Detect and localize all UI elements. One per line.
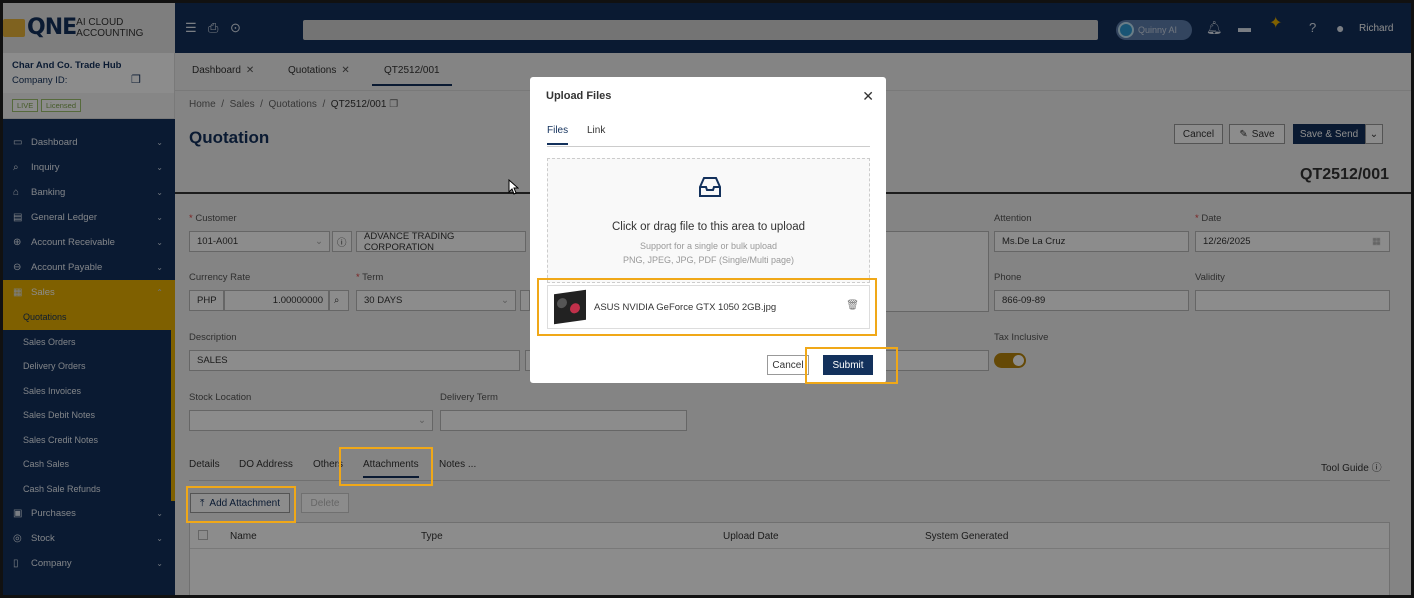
upload-files-dialog: Upload Files ✕ Files Link Click or drag … xyxy=(530,77,886,383)
file-drop-zone[interactable]: Click or drag file to this area to uploa… xyxy=(547,158,870,283)
file-item-highlight xyxy=(537,278,877,336)
tab-link[interactable]: Link xyxy=(587,125,605,136)
inbox-icon xyxy=(699,177,721,197)
drop-zone-title: Click or drag file to this area to uploa… xyxy=(611,221,806,233)
add-attachment-highlight xyxy=(186,486,296,523)
tab-files[interactable]: Files xyxy=(547,125,569,145)
close-icon[interactable]: ✕ xyxy=(862,88,874,105)
dialog-tabs: Files Link xyxy=(547,121,870,147)
submit-highlight xyxy=(805,347,898,384)
mouse-cursor-icon xyxy=(508,179,519,195)
attachments-tab-highlight xyxy=(339,447,433,486)
dialog-cancel-button[interactable]: Cancel xyxy=(767,355,809,375)
drop-zone-formats: PNG, JPEG, JPG, PDF (Single/Multi page) xyxy=(622,255,795,265)
drop-zone-hint: Support for a single or bulk upload xyxy=(639,241,778,251)
app-window: QNE AI CLOUD ACCOUNTING ☰ ⎙ ⊙ Quinny AI … xyxy=(0,0,1414,598)
dialog-title: Upload Files xyxy=(546,90,612,102)
